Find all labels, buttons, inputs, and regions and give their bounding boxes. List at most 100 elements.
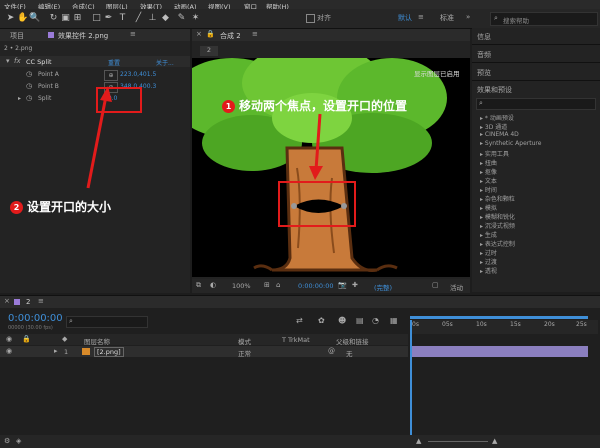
close-tab-icon[interactable]: ×: [196, 30, 202, 38]
effect-toggle-icon[interactable]: ▾: [6, 57, 10, 65]
puppet-tool-icon[interactable]: ✶: [190, 13, 201, 24]
camera-select[interactable]: 活动: [450, 282, 463, 292]
current-time-indicator[interactable]: [410, 320, 412, 444]
color-icon[interactable]: ✚: [352, 281, 358, 289]
panel-audio[interactable]: 音频: [477, 50, 491, 60]
col-parent[interactable]: 父级和链接: [336, 336, 369, 346]
resolution-select[interactable]: (完整): [374, 282, 392, 292]
camera-tool-icon[interactable]: ▣: [60, 13, 71, 24]
timeline-timecode[interactable]: 0:00:00:00: [8, 313, 63, 324]
comp-viewer[interactable]: 显示图层已启用: [192, 58, 470, 277]
effect-category[interactable]: ▸ 杂色和颗粒: [480, 194, 515, 203]
comp-flowchart-icon[interactable]: ⇄: [296, 316, 303, 325]
panel-menu-icon[interactable]: ≡: [38, 297, 44, 305]
panel-preview[interactable]: 预览: [477, 68, 491, 78]
layer-mode-select[interactable]: 正常: [238, 348, 251, 358]
align-checkbox[interactable]: [306, 14, 315, 23]
search-help-field[interactable]: ⌕ 搜索帮助: [490, 12, 598, 26]
tab-project[interactable]: 项目: [10, 31, 24, 41]
pan-behind-tool-icon[interactable]: ⊞: [72, 13, 83, 24]
panel-menu-icon[interactable]: ≡: [130, 30, 136, 38]
time-ruler[interactable]: 0s 05s 10s 15s 20s 25s: [410, 320, 598, 334]
timeline-zoom-slider[interactable]: [428, 441, 488, 442]
workspace-menu-icon[interactable]: ≡: [418, 13, 424, 21]
close-tab-icon[interactable]: ×: [4, 297, 10, 305]
effect-category[interactable]: ▸ 沉浸式视频: [480, 221, 515, 230]
zoom-in-icon[interactable]: ▲: [492, 437, 497, 445]
effect-category[interactable]: ▸ CINEMA 4D: [480, 131, 519, 138]
work-area-bar[interactable]: [410, 316, 588, 319]
effect-category[interactable]: ▸ 扭曲: [480, 158, 497, 167]
zoom-select[interactable]: 100%: [232, 282, 251, 290]
always-preview-icon[interactable]: ⧉: [196, 281, 201, 290]
comp-layer-tab[interactable]: 2: [200, 46, 218, 56]
clone-tool-icon[interactable]: ⊥: [147, 13, 158, 24]
roto-tool-icon[interactable]: ✎: [176, 13, 187, 24]
viewer-timecode[interactable]: 0:00:00:00: [298, 282, 334, 290]
tab-effect-controls[interactable]: 效果控件 2.png: [58, 31, 108, 41]
stopwatch-icon[interactable]: ◷: [26, 70, 32, 78]
zoom-out-icon[interactable]: ▲: [416, 437, 421, 445]
pickwhip-icon[interactable]: @: [328, 347, 335, 355]
prop-value[interactable]: 223.0,401.5: [120, 71, 156, 78]
panel-effects-presets[interactable]: 效果和预设: [477, 85, 512, 95]
frame-blend-icon[interactable]: ▤: [356, 316, 364, 325]
channel-icon[interactable]: ◐: [210, 281, 216, 289]
effects-search-field[interactable]: ⌕: [476, 98, 596, 110]
parent-select[interactable]: 无: [346, 348, 353, 358]
expand-arrow-icon[interactable]: ▸: [54, 347, 58, 355]
shy-icon[interactable]: ☻: [338, 316, 346, 325]
rotate-tool-icon[interactable]: ↻: [48, 13, 59, 24]
zoom-tool-icon[interactable]: 🔍: [29, 13, 40, 24]
selection-tool-icon[interactable]: ➤: [5, 13, 16, 24]
type-tool-icon[interactable]: T: [117, 13, 128, 24]
draft-3d-icon[interactable]: ✿: [318, 316, 325, 325]
stopwatch-icon[interactable]: ◷: [26, 94, 32, 102]
col-mode[interactable]: 模式: [238, 336, 251, 346]
roi-icon[interactable]: ▢: [432, 281, 439, 289]
workspace-default[interactable]: 默认: [398, 13, 412, 23]
eraser-tool-icon[interactable]: ◆: [160, 13, 171, 24]
effect-category[interactable]: ▸ 过渡: [480, 257, 497, 266]
layer-row[interactable]: ◉ ▸ 1 [2.png] 正常 @ 无: [0, 346, 408, 358]
effect-category[interactable]: ▸ 表达式控制: [480, 239, 515, 248]
effect-category[interactable]: ▸ 文本: [480, 176, 497, 185]
rectangle-tool-icon[interactable]: □: [91, 13, 102, 24]
effect-category[interactable]: ▸ 抠像: [480, 167, 497, 176]
effect-category[interactable]: ▸ 过时: [480, 248, 497, 257]
toggle-switches-icon[interactable]: ⚙: [4, 437, 10, 445]
col-layer-name[interactable]: 图层名称: [84, 336, 110, 346]
effect-category[interactable]: ▸ 3D 通道: [480, 122, 507, 131]
toggle-modes-icon[interactable]: ◈: [16, 437, 21, 445]
lock-icon[interactable]: 🔒: [206, 30, 215, 38]
tab-timeline-comp[interactable]: 2: [26, 298, 30, 306]
hand-tool-icon[interactable]: ✋: [17, 13, 28, 24]
graph-editor-icon[interactable]: ▦: [390, 316, 398, 325]
panel-menu-icon[interactable]: ≡: [252, 30, 258, 38]
stopwatch-icon[interactable]: ◷: [26, 82, 32, 90]
effect-category[interactable]: ▸ 模拟: [480, 203, 497, 212]
mask-icon[interactable]: ⌂: [276, 281, 280, 289]
effect-category[interactable]: ▸ 时间: [480, 185, 497, 194]
effect-category[interactable]: ▸ 模糊和锐化: [480, 212, 515, 221]
expand-arrow-icon[interactable]: ▸: [18, 95, 21, 102]
snapshot-icon[interactable]: 📷: [338, 281, 347, 289]
col-trkmat[interactable]: T TrkMat: [282, 336, 310, 344]
workspace-standard[interactable]: 标准: [440, 13, 454, 23]
effect-category[interactable]: ▸ 生成: [480, 230, 497, 239]
effect-category[interactable]: ▸ 透视: [480, 266, 497, 275]
about-button[interactable]: 关于...: [156, 58, 174, 67]
more-workspaces-icon[interactable]: »: [466, 13, 470, 21]
visibility-icon[interactable]: ◉: [6, 347, 12, 355]
grid-icon[interactable]: ⊞: [264, 281, 270, 289]
motion-blur-icon[interactable]: ◔: [372, 316, 379, 325]
crosshair-icon[interactable]: ⊕: [104, 70, 118, 81]
effect-category[interactable]: ▸ Synthetic Aperture: [480, 140, 541, 147]
effect-category[interactable]: ▸ 实用工具: [480, 149, 509, 158]
pen-tool-icon[interactable]: ✒: [103, 13, 114, 24]
layer-search-field[interactable]: ⌕: [66, 316, 148, 328]
panel-info[interactable]: 信息: [477, 32, 491, 42]
layer-duration-bar[interactable]: [410, 346, 588, 357]
layer-name[interactable]: [2.png]: [94, 347, 124, 357]
tab-composition[interactable]: 合成 2: [220, 31, 241, 41]
